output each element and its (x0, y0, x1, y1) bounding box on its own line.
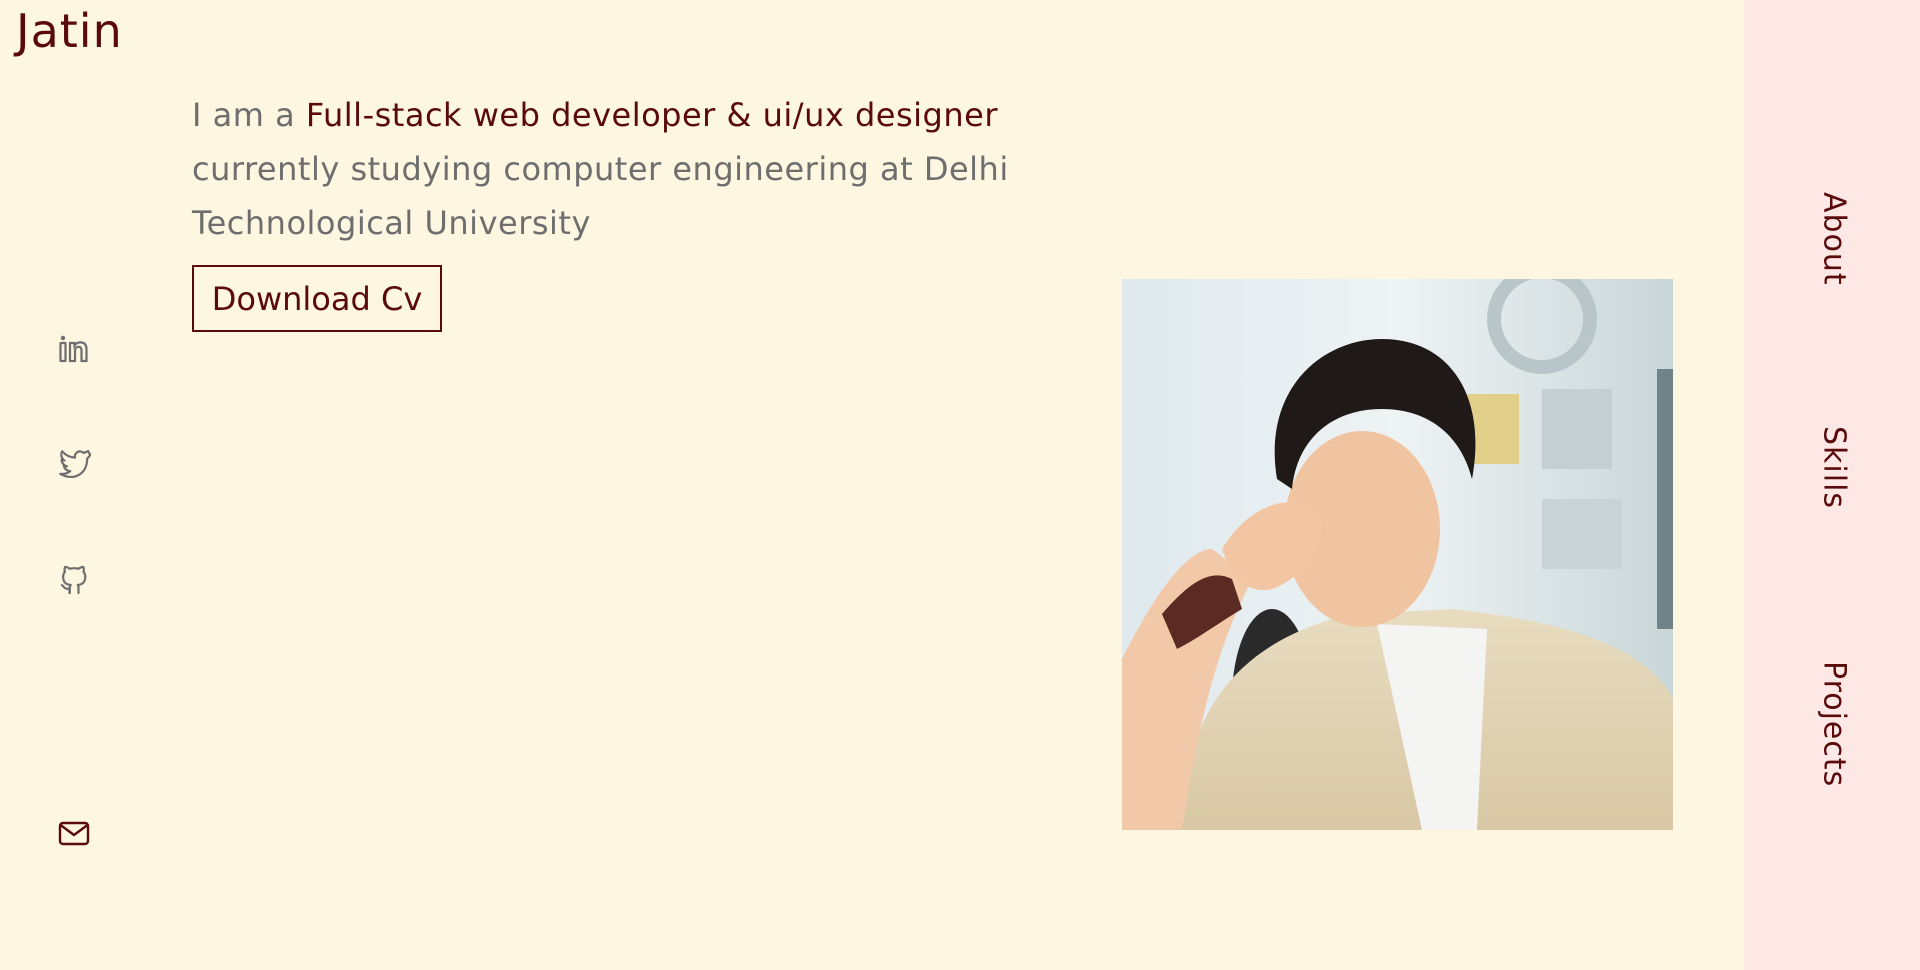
twitter-icon (57, 445, 92, 483)
nav-item-projects[interactable]: Projects (1812, 661, 1856, 787)
profile-photo (1122, 279, 1673, 830)
intro-highlight: Full-stack web developer & ui/ux designe… (305, 96, 998, 134)
intro-prefix: I am a (192, 96, 306, 134)
download-cv-button[interactable]: Download Cv (192, 265, 442, 332)
nav-item-about[interactable]: About (1812, 192, 1856, 286)
nav-item-skills[interactable]: Skills (1812, 426, 1856, 509)
mail-icon (57, 816, 91, 854)
linkedin-link[interactable] (56, 333, 92, 369)
github-icon (57, 563, 91, 601)
email-link[interactable] (56, 817, 92, 853)
site-logo[interactable]: Jatin (16, 4, 123, 58)
side-nav: About Skills Projects (1744, 0, 1920, 970)
linkedin-icon (57, 332, 91, 370)
intro-text: I am a Full-stack web developer & ui/ux … (192, 88, 1022, 250)
intro-suffix: currently studying computer engineering … (192, 150, 1009, 242)
twitter-link[interactable] (56, 446, 92, 482)
github-link[interactable] (56, 564, 92, 600)
